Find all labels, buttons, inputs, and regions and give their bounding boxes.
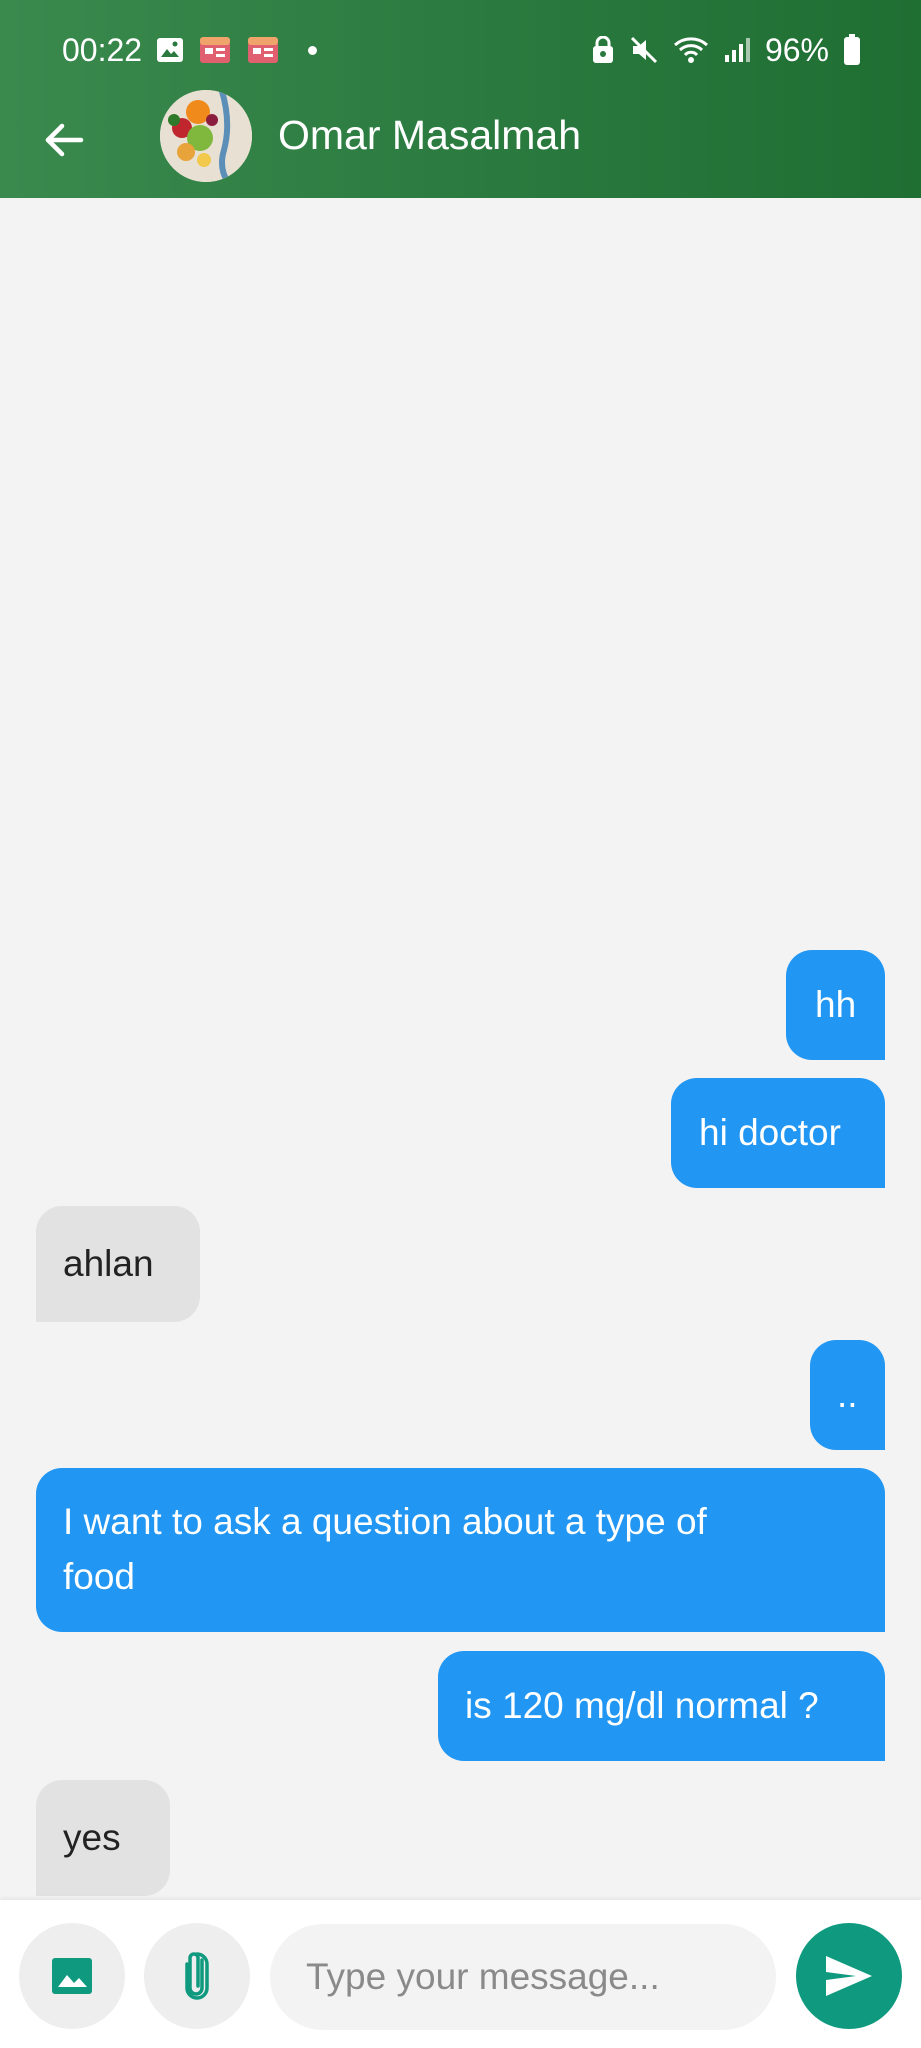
contact-avatar[interactable] [160, 90, 252, 182]
gallery-icon [156, 37, 184, 63]
back-button[interactable] [36, 112, 92, 168]
status-bar: 00:22 96% [0, 0, 921, 100]
signal-icon [723, 37, 751, 63]
mute-icon [629, 35, 659, 65]
lock-icon [591, 36, 615, 64]
message-bubble-sent[interactable]: is 120 mg/dl normal ? [438, 1651, 885, 1761]
app-header: 00:22 96% Omar Masalmah [0, 0, 921, 198]
notification-dot [308, 45, 318, 55]
message-bubble-sent[interactable]: .. [810, 1340, 885, 1450]
status-left: 00:22 [62, 31, 318, 69]
message-bubble-sent[interactable]: hh [786, 950, 885, 1060]
send-icon [826, 1956, 872, 1996]
message-bubble-received[interactable]: yes [36, 1780, 170, 1896]
image-button[interactable] [19, 1923, 125, 2029]
chat-title-bar: Omar Masalmah [0, 90, 921, 198]
message-bubble-sent[interactable]: hi doctor [671, 1078, 885, 1188]
paperclip-icon [185, 1952, 209, 2000]
message-bubble-sent[interactable]: I want to ask a question about a type of… [36, 1468, 885, 1632]
send-button[interactable] [796, 1923, 902, 2029]
wifi-icon [673, 36, 709, 64]
message-bubble-received[interactable]: ahlan [36, 1206, 200, 1322]
contact-name[interactable]: Omar Masalmah [278, 112, 581, 159]
battery-percent: 96% [764, 31, 829, 68]
calendar-app-icon [198, 35, 232, 65]
battery-icon [843, 34, 861, 66]
message-input[interactable] [270, 1924, 776, 2030]
message-input-bar [0, 1900, 921, 2048]
status-right: 96% [591, 32, 861, 69]
calendar-app-icon [246, 35, 280, 65]
attach-button[interactable] [144, 1923, 250, 2029]
image-icon [52, 1958, 92, 1994]
status-time: 00:22 [62, 31, 143, 68]
arrow-left-icon [45, 123, 84, 157]
message-list[interactable]: hh hi doctor ahlan .. I want to ask a qu… [0, 198, 921, 1900]
